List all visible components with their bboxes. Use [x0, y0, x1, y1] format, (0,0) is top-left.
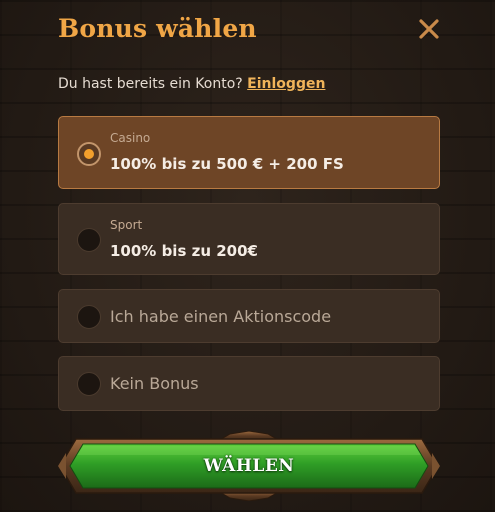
submit-button-label: WÄHLEN	[203, 456, 295, 476]
bonus-option-no-bonus[interactable]: Kein Bonus	[58, 356, 440, 411]
option-text-sport: 100% bis zu 200€	[110, 242, 258, 260]
radio-sport[interactable]	[77, 228, 101, 252]
option-category-casino: Casino	[110, 131, 151, 145]
login-prompt-line: Du hast bereits ein Konto? Einloggen	[58, 76, 325, 92]
option-text-no-bonus: Kein Bonus	[110, 374, 199, 393]
radio-casino[interactable]	[77, 142, 101, 166]
radio-selected-dot	[84, 149, 94, 159]
option-category-sport: Sport	[110, 218, 143, 232]
radio-no-bonus[interactable]	[77, 372, 101, 396]
bonus-modal: Bonus wählen Du hast bereits ein Konto? …	[0, 0, 495, 512]
bonus-option-sport[interactable]: Sport 100% bis zu 200€	[58, 203, 440, 275]
bonus-option-casino[interactable]: Casino 100% bis zu 500 € + 200 FS	[58, 116, 440, 189]
modal-title: Bonus wählen	[58, 14, 257, 43]
submit-button[interactable]: WÄHLEN	[58, 431, 440, 501]
radio-promo-code[interactable]	[77, 305, 101, 329]
bonus-option-promo-code[interactable]: Ich habe einen Aktionscode	[58, 289, 440, 343]
close-button[interactable]	[414, 14, 444, 44]
option-text-promo-code: Ich habe einen Aktionscode	[110, 306, 332, 326]
option-text-casino: 100% bis zu 500 € + 200 FS	[110, 155, 344, 173]
close-icon	[419, 19, 439, 39]
login-prompt-text: Du hast bereits ein Konto?	[58, 76, 243, 92]
login-link[interactable]: Einloggen	[247, 76, 325, 92]
